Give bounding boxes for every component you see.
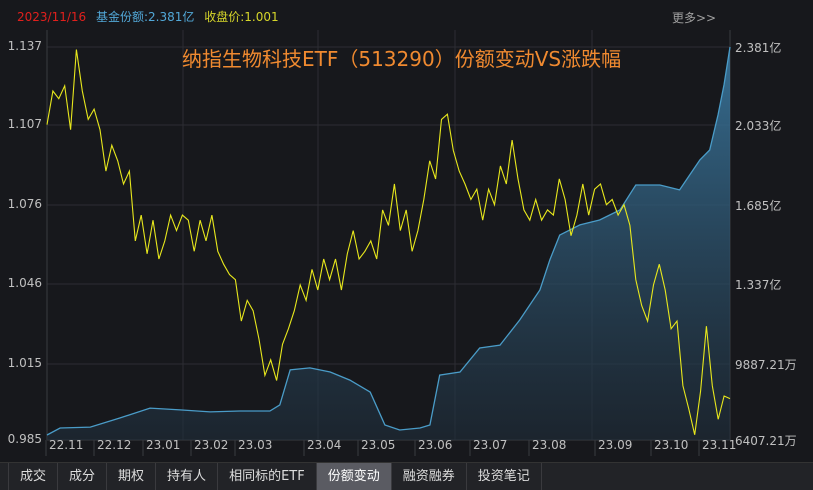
left-axis-tick: 1.046 (7, 276, 42, 290)
x-axis-tick: 23.05 (361, 438, 396, 452)
x-axis-tick: 23.10 (654, 438, 689, 452)
x-axis-tick: 23.06 (418, 438, 453, 452)
tab-4[interactable]: 相同标的ETF (218, 463, 317, 490)
tab-truncated[interactable] (0, 463, 9, 490)
right-axis-tick: 1.685亿 (735, 199, 782, 213)
tab-0[interactable]: 成交 (9, 463, 59, 490)
left-axis-tick: 0.985 (7, 432, 42, 446)
tab-7[interactable]: 投资笔记 (467, 463, 542, 490)
x-axis-tick: 23.02 (194, 438, 229, 452)
x-axis-tick: 23.03 (238, 438, 273, 452)
x-axis-tick: 23.04 (307, 438, 342, 452)
close-price-value: 收盘价:1.001 (204, 10, 279, 24)
left-axis-tick: 1.107 (7, 117, 42, 131)
date-label: 2023/11/16 (17, 10, 87, 24)
info-header: 2023/11/16 基金份额:2.381亿 收盘价:1.001 (17, 8, 285, 25)
tab-6[interactable]: 融资融券 (392, 463, 467, 490)
bottom-tab-bar: 成交 成分 期权 持有人 相同标的ETF 份额变动 融资融券 投资笔记 (0, 462, 813, 490)
more-link[interactable]: 更多>> (672, 9, 716, 26)
right-axis-tick: 6407.21万 (735, 434, 797, 448)
tab-1[interactable]: 成分 (58, 463, 108, 490)
x-axis-tick: 23.11 (702, 438, 737, 452)
x-axis-tick: 23.01 (146, 438, 181, 452)
tab-2[interactable]: 期权 (107, 463, 157, 490)
right-axis-tick: 2.381亿 (735, 41, 782, 55)
x-axis-tick: 22.12 (97, 438, 132, 452)
left-axis-tick: 1.076 (7, 197, 42, 211)
right-axis-tick: 1.337亿 (735, 278, 782, 292)
right-axis-tick: 9887.21万 (735, 358, 797, 372)
tab-5[interactable]: 份额变动 (316, 463, 392, 490)
right-axis-tick: 2.033亿 (735, 119, 782, 133)
chart-title: 纳指生物科技ETF（513290）份额变动VS涨跌幅 (182, 47, 622, 71)
tab-3[interactable]: 持有人 (156, 463, 219, 490)
share-value: 基金份额:2.381亿 (96, 10, 195, 24)
left-axis-tick: 1.137 (7, 39, 42, 53)
x-axis-tick: 23.07 (473, 438, 508, 452)
x-axis-tick: 23.08 (532, 438, 567, 452)
x-axis-tick: 22.11 (49, 438, 84, 452)
left-axis-tick: 1.015 (7, 356, 42, 370)
x-axis-tick: 23.09 (598, 438, 633, 452)
